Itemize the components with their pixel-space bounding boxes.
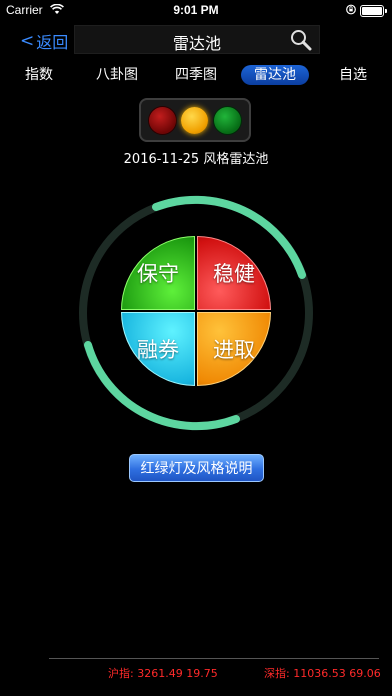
tab-index[interactable]: 指数 — [24, 65, 54, 85]
shenzhen-index-label: 深指: — [264, 667, 290, 680]
yellow-lamp — [181, 107, 208, 134]
quadrant-label: 融券 — [137, 338, 179, 362]
shanghai-index-label: 沪指: — [108, 667, 134, 680]
shenzhen-index: 深指: 11036.53 69.06 — [264, 665, 381, 681]
tab-watchlist[interactable]: 自选 — [338, 65, 368, 85]
tab-bagua[interactable]: 八卦图 — [95, 65, 139, 85]
shanghai-index: 沪指: 3261.49 19.75 — [108, 665, 218, 681]
tab-bar: 指数 八卦图 四季图 雷达池 自选 — [0, 63, 392, 87]
search-icon[interactable] — [289, 28, 313, 52]
green-lamp — [214, 107, 241, 134]
footer-divider — [49, 658, 379, 659]
quadrant-label: 稳健 — [213, 262, 255, 286]
quadrant-label: 进取 — [213, 338, 255, 362]
page-title: 雷达池 — [172, 34, 221, 53]
rotation-lock-icon — [346, 4, 356, 15]
red-lamp — [149, 107, 176, 134]
radar-date-caption: 2016-11-25 风格雷达池 — [123, 152, 269, 167]
clock: 9:01 PM — [173, 3, 219, 17]
shenzhen-index-value: 11036.53 69.06 — [293, 667, 381, 680]
tab-radar-pool[interactable]: 雷达池 — [241, 65, 309, 85]
tab-seasons[interactable]: 四季图 — [174, 65, 218, 85]
radar-ring — [79, 195, 313, 431]
back-button[interactable]: < 返回 — [20, 30, 68, 52]
back-label: 返回 — [36, 33, 69, 52]
battery-icon — [360, 5, 387, 17]
shanghai-index-value: 3261.49 19.75 — [137, 667, 218, 680]
title-search-bar: 雷达池 — [74, 25, 320, 54]
chevron-left-icon: < — [20, 31, 35, 51]
traffic-light — [139, 98, 251, 142]
light-style-explanation-button[interactable]: 红绿灯及风格说明 — [129, 454, 264, 482]
quadrant-label: 保守 — [137, 262, 179, 286]
status-bar: Carrier 9:01 PM — [0, 0, 392, 20]
